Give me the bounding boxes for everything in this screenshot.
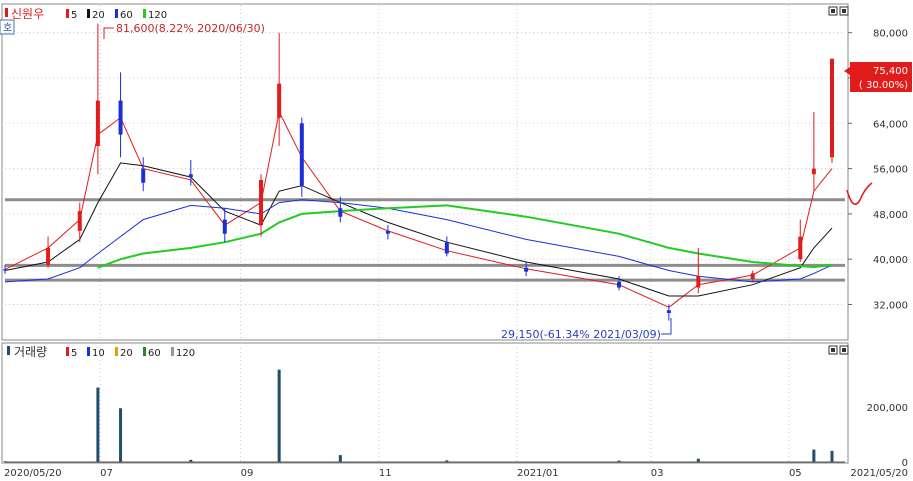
candle-body xyxy=(95,100,100,146)
volume-bar xyxy=(812,449,816,462)
candle-body xyxy=(188,174,193,178)
candle-body xyxy=(617,281,622,288)
candle-body xyxy=(666,310,671,314)
volume-bar xyxy=(830,450,834,462)
candle-body xyxy=(750,273,755,280)
legend-marker xyxy=(171,347,174,356)
legend-label-ma20: 20 xyxy=(92,10,105,21)
candle-body xyxy=(830,58,834,158)
candle-body xyxy=(696,276,701,288)
stock-chart: 호 신원우 5 20 60 120 거래량 5 10 20 60 120 32,000 40,0… xyxy=(0,0,913,481)
legend-marker xyxy=(115,9,118,18)
legend-label-ma5: 5 xyxy=(71,10,77,21)
lo-annotation: 29,150(-61.34% 2021/03/09) xyxy=(501,328,661,341)
x-tick-label: 2020/05/20 xyxy=(4,468,62,479)
y-tick-label: 80,000 xyxy=(873,29,908,40)
candle-body xyxy=(118,100,123,135)
y-tick-label: 64,000 xyxy=(873,119,908,130)
volume-bar xyxy=(119,408,123,462)
candle-body xyxy=(3,269,7,271)
legend-marker xyxy=(143,347,146,356)
legend-label-vol5: 5 xyxy=(71,348,77,359)
candle-body xyxy=(385,230,390,234)
x-tick-label: 07 xyxy=(100,468,113,479)
legend-marker xyxy=(143,9,146,18)
y-tick-label: 40,000 xyxy=(873,255,908,266)
candle-body xyxy=(259,179,264,226)
x-tick-label: 11 xyxy=(379,468,392,479)
x-tick-label: 05 xyxy=(789,468,802,479)
volume-title: 거래량 xyxy=(14,345,47,359)
candle-body xyxy=(222,219,227,234)
legend-label-ma120: 120 xyxy=(148,10,167,21)
candle-body xyxy=(299,123,304,186)
legend-marker xyxy=(66,347,69,356)
candle-body xyxy=(524,267,529,272)
legend-marker xyxy=(66,9,69,18)
x-tick-label: 2021/05/20 xyxy=(850,468,908,479)
legend-marker xyxy=(87,9,90,18)
x-tick-label: 2021/01 xyxy=(517,468,559,479)
restore-icon xyxy=(831,9,835,13)
candle-body xyxy=(444,242,449,254)
maximize-icon xyxy=(842,9,846,13)
x-tick-label: 09 xyxy=(241,468,254,479)
volume-bar xyxy=(338,455,342,462)
candle-body xyxy=(141,168,146,183)
candle-body xyxy=(46,247,51,265)
legend-marker xyxy=(87,347,90,356)
volume-bar xyxy=(277,369,281,462)
current-price: 75,400 xyxy=(873,66,908,77)
legend-marker xyxy=(115,347,118,356)
stock-name: 신원우 xyxy=(11,7,44,21)
y-tick-label: 32,000 xyxy=(873,301,908,312)
volume-bar xyxy=(96,387,100,462)
x-tick-label: 03 xyxy=(651,468,664,479)
volume-tick-label: 200,000 xyxy=(867,403,908,414)
current-change: ( 30.00%) xyxy=(859,80,908,91)
candle-body xyxy=(798,236,803,260)
y-tick-label: 56,000 xyxy=(873,165,908,176)
candle-body xyxy=(811,168,816,175)
candle-body xyxy=(338,208,343,217)
legend-label-vol120: 120 xyxy=(176,348,195,359)
restore-icon xyxy=(831,348,835,352)
price-legend-marker xyxy=(5,8,8,17)
legend-label-vol20: 20 xyxy=(120,348,133,359)
volume-legend-marker xyxy=(7,346,10,355)
legend-label-ma60: 60 xyxy=(120,10,133,21)
legend-label-vol10: 10 xyxy=(92,348,105,359)
y-tick-label: 48,000 xyxy=(873,210,908,221)
candle-body xyxy=(277,83,282,118)
side-tag: 호 xyxy=(3,22,12,34)
maximize-icon xyxy=(842,348,846,352)
candle-body xyxy=(77,211,82,231)
hi-annotation: 81,600(8.22% 2020/06/30) xyxy=(116,22,265,35)
legend-label-vol60: 60 xyxy=(148,348,161,359)
